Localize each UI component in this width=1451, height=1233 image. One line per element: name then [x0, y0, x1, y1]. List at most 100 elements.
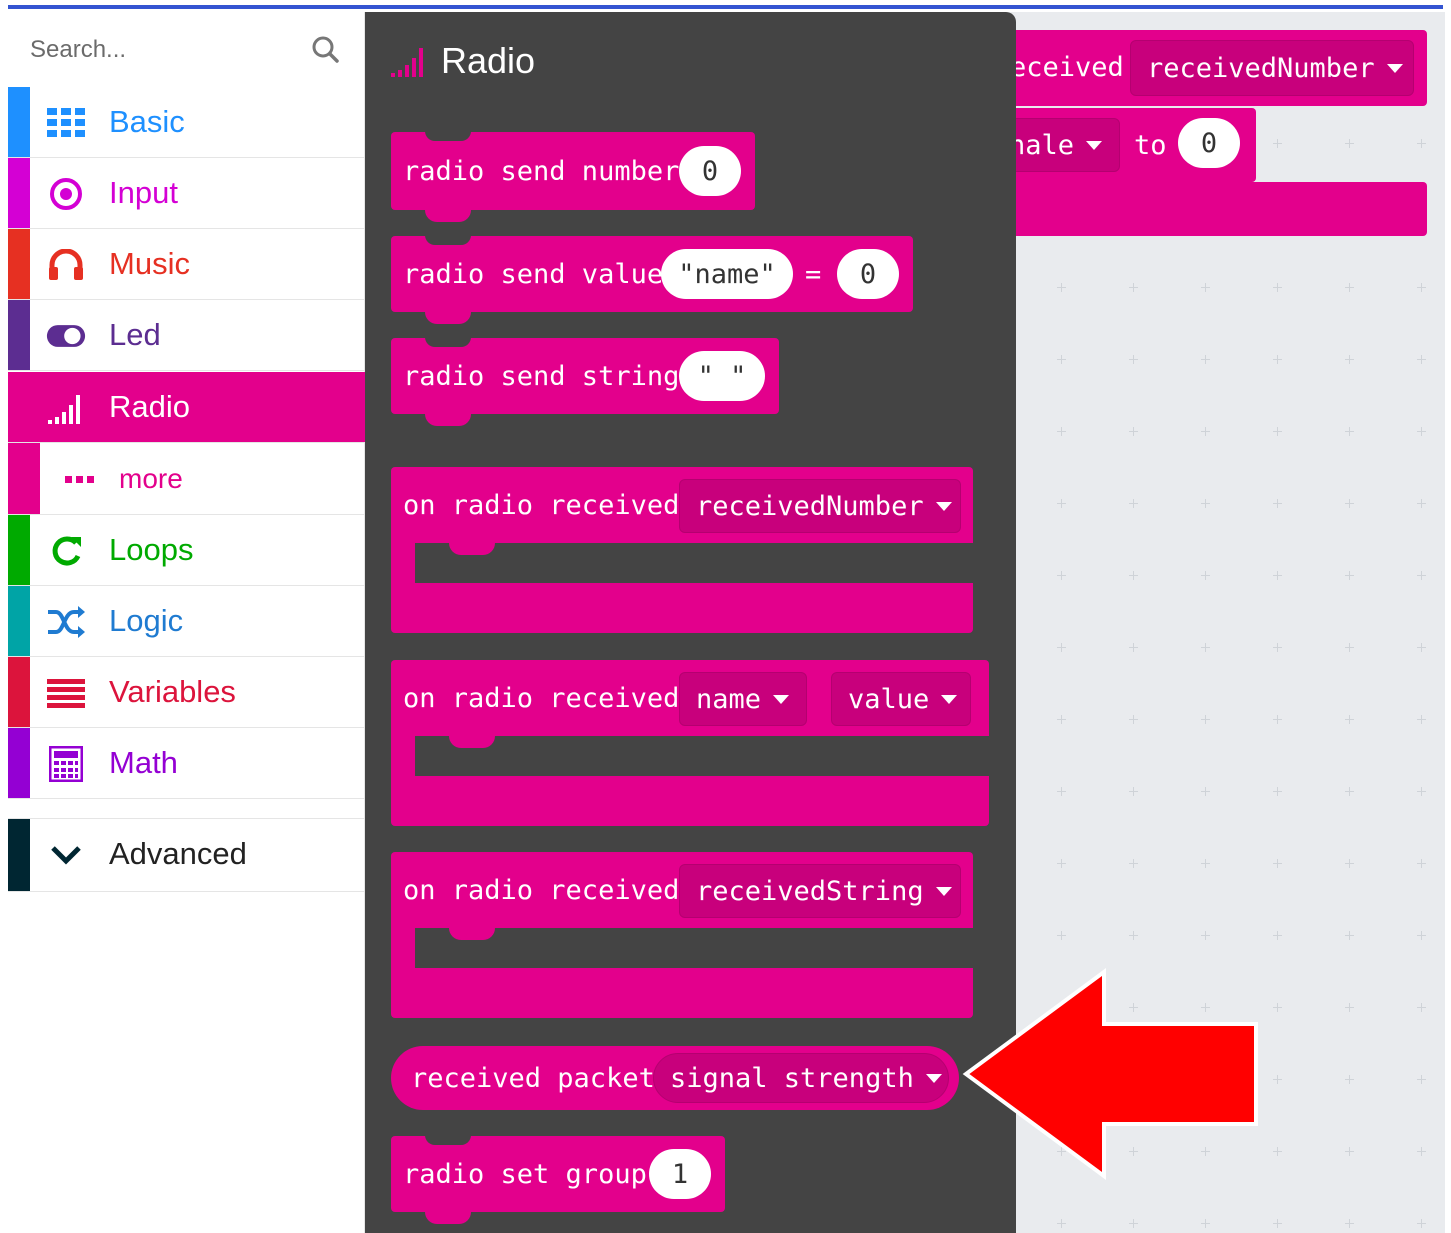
grid-cross	[1201, 283, 1210, 292]
grid-cross	[1273, 1075, 1282, 1084]
category-loops[interactable]: Loops	[8, 515, 365, 586]
workspace-value-input[interactable]: 0	[1178, 118, 1240, 168]
grid-cross	[1273, 715, 1282, 724]
category-led[interactable]: Led	[8, 300, 365, 371]
category-label: Logic	[109, 603, 184, 638]
received-string-dropdown[interactable]: receivedString	[679, 864, 961, 918]
grid-cross	[1417, 355, 1426, 364]
signal-bars-icon	[46, 390, 86, 426]
caret-down-icon	[935, 501, 952, 511]
grid-cross	[1345, 283, 1354, 292]
toggle-icon	[46, 318, 86, 354]
grid-cross	[1057, 571, 1066, 580]
number-input[interactable]: 0	[679, 146, 741, 196]
radio-send-string-block[interactable]: radio send string " "	[391, 337, 779, 426]
value-input[interactable]: 0	[837, 249, 899, 299]
grid-cross	[1201, 499, 1210, 508]
radio-send-value-block[interactable]: radio send value "name" = 0	[391, 235, 913, 324]
workspace-param-label: receivedNumber	[1147, 52, 1375, 84]
grid-cross	[1273, 787, 1282, 796]
block-label: on radio received	[403, 875, 680, 906]
on-radio-received-number-block[interactable]: on radio received receivedNumber	[391, 467, 973, 633]
category-color-bar	[8, 300, 30, 370]
grid-cross	[1273, 427, 1282, 436]
workspace-param-dropdown[interactable]: receivedNumber	[1130, 40, 1414, 96]
category-math[interactable]: Math	[8, 728, 365, 799]
category-more[interactable]: more	[8, 443, 365, 515]
grid-cross	[1417, 427, 1426, 436]
block-label: radio set group	[403, 1159, 647, 1190]
grid-cross	[1417, 283, 1426, 292]
grid-cross	[1057, 859, 1066, 868]
category-logic[interactable]: Logic	[8, 586, 365, 657]
grid-cross	[1057, 787, 1066, 796]
received-packet-block[interactable]: received packet signal strength	[391, 1046, 959, 1110]
caret-down-icon	[925, 1073, 942, 1083]
search-input[interactable]	[30, 32, 290, 68]
category-label: Led	[109, 317, 161, 352]
caret-down-icon	[935, 886, 952, 896]
category-color-bar	[8, 87, 30, 157]
signal-bars-icon	[389, 44, 429, 83]
category-variables[interactable]: Variables	[8, 657, 365, 728]
dropdown-label: receivedString	[696, 875, 924, 907]
grid-cross	[1201, 715, 1210, 724]
grid-cross	[1129, 499, 1138, 508]
grid-cross	[1273, 643, 1282, 652]
category-advanced[interactable]: Advanced	[8, 818, 365, 892]
string-input[interactable]: " "	[679, 351, 765, 401]
on-radio-received-string-block[interactable]: on radio received receivedString	[391, 852, 973, 1018]
category-color-bar	[8, 586, 30, 656]
workspace-set-block[interactable]: nale to 0	[1000, 108, 1256, 182]
category-input[interactable]: Input	[8, 158, 365, 229]
received-number-dropdown[interactable]: receivedNumber	[679, 479, 961, 533]
grid-cross	[1057, 355, 1066, 364]
grid-cross	[1345, 1219, 1354, 1228]
search-icon[interactable]	[308, 32, 344, 68]
grid-cross	[1345, 787, 1354, 796]
block-label: radio send string	[403, 361, 680, 392]
grid-cross	[1417, 499, 1426, 508]
name-param-dropdown[interactable]: name	[679, 672, 807, 726]
grid-cross	[1273, 859, 1282, 868]
category-radio[interactable]: Radio	[8, 372, 365, 443]
dropdown-label: signal strength	[670, 1062, 914, 1094]
calculator-icon	[46, 746, 86, 782]
workspace-var-label: nale	[1009, 129, 1075, 161]
target-icon	[46, 176, 86, 212]
signal-strength-dropdown[interactable]: signal strength	[653, 1053, 949, 1103]
grid-cross	[1417, 931, 1426, 940]
grid-cross	[1417, 139, 1426, 148]
radio-send-number-block[interactable]: radio send number 0	[391, 131, 755, 222]
grid-cross	[1417, 1075, 1426, 1084]
category-music[interactable]: Music	[8, 229, 365, 300]
group-input[interactable]: 1	[649, 1149, 711, 1199]
workspace-on-received-block[interactable]: eceived receivedNumber	[1000, 30, 1427, 106]
radio-set-group-block[interactable]: radio set group 1	[391, 1135, 725, 1224]
name-input[interactable]: "name"	[661, 249, 793, 299]
grid-cross	[1057, 715, 1066, 724]
grid-cross	[1273, 931, 1282, 940]
category-label: Input	[109, 175, 178, 210]
grid-cross	[1417, 643, 1426, 652]
grid-cross	[1345, 931, 1354, 940]
dropdown-label: receivedNumber	[696, 490, 924, 522]
grid-cross	[1417, 859, 1426, 868]
category-label: Variables	[109, 674, 236, 709]
workspace-var-dropdown[interactable]: nale	[1000, 118, 1120, 172]
block-label: on radio received	[403, 683, 680, 714]
headphones-icon	[46, 247, 86, 283]
grid-cross	[1129, 1219, 1138, 1228]
grid-icon	[46, 105, 86, 141]
category-basic[interactable]: Basic	[8, 87, 365, 158]
grid-cross	[1345, 1147, 1354, 1156]
grid-cross	[1129, 715, 1138, 724]
on-radio-received-value-block[interactable]: on radio received name value	[391, 660, 989, 826]
category-color-bar	[8, 158, 30, 228]
grid-cross	[1345, 1003, 1354, 1012]
grid-cross	[1345, 427, 1354, 436]
workspace-event-text: eceived	[1010, 52, 1124, 83]
value-param-dropdown[interactable]: value	[831, 672, 971, 726]
category-color-bar	[8, 443, 40, 514]
grid-cross	[1417, 1219, 1426, 1228]
